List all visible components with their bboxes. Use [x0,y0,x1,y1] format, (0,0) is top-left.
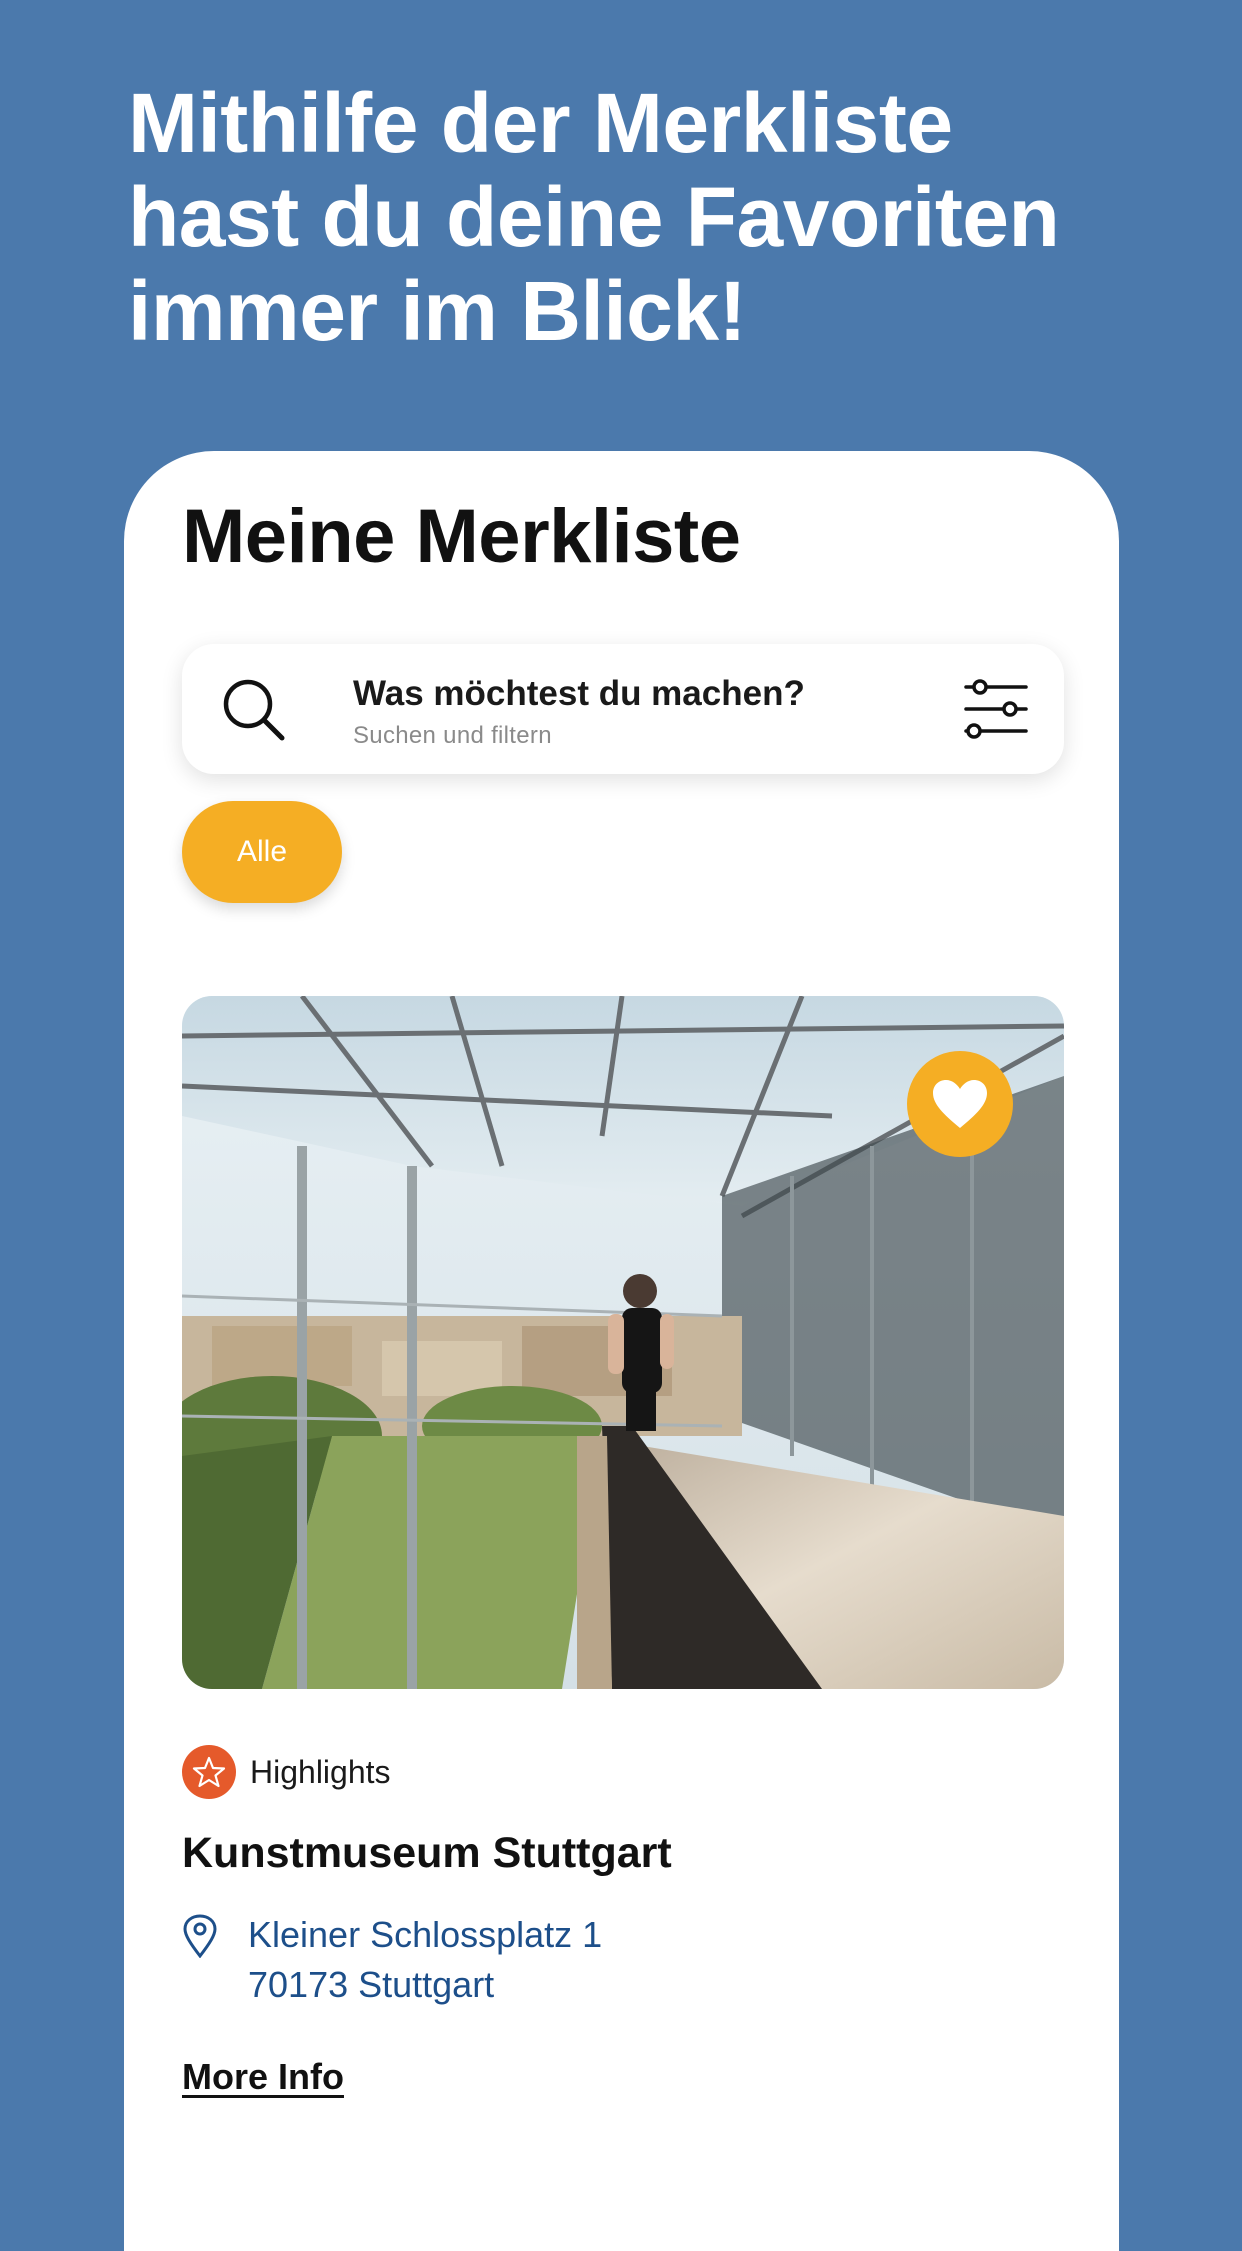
location-pin-icon [183,1914,217,1958]
favorite-button[interactable] [907,1051,1013,1157]
phone-screen: Meine Merkliste Was möchtest du machen? … [124,451,1119,2251]
search-title: Was möchtest du machen? [353,674,805,713]
sliders-icon[interactable] [962,677,1030,741]
heart-icon [933,1080,987,1128]
page-title: Meine Merkliste [182,494,741,579]
search-icon [223,679,285,741]
category-badge: Highlights [182,1745,391,1799]
star-icon [182,1745,236,1799]
address-city[interactable]: 70173 Stuttgart [248,1964,494,2006]
more-info-link[interactable]: More Info [182,2056,344,2098]
headline-line-3: immer im Blick! [128,264,747,358]
address-street[interactable]: Kleiner Schlossplatz 1 [248,1914,602,1956]
search-subtitle: Suchen und filtern [353,722,552,749]
headline-line-2: hast du deine Favoriten [128,170,1060,264]
headline-line-1: Mithilfe der Merkliste [128,76,953,170]
place-name: Kunstmuseum Stuttgart [182,1829,672,1877]
category-label: Highlights [250,1753,391,1790]
promo-headline: Mithilfe der Merkliste hast du deine Fav… [128,76,1128,358]
filter-chip-all[interactable]: Alle [182,801,342,903]
search-bar[interactable]: Was möchtest du machen? Suchen und filte… [182,644,1064,774]
